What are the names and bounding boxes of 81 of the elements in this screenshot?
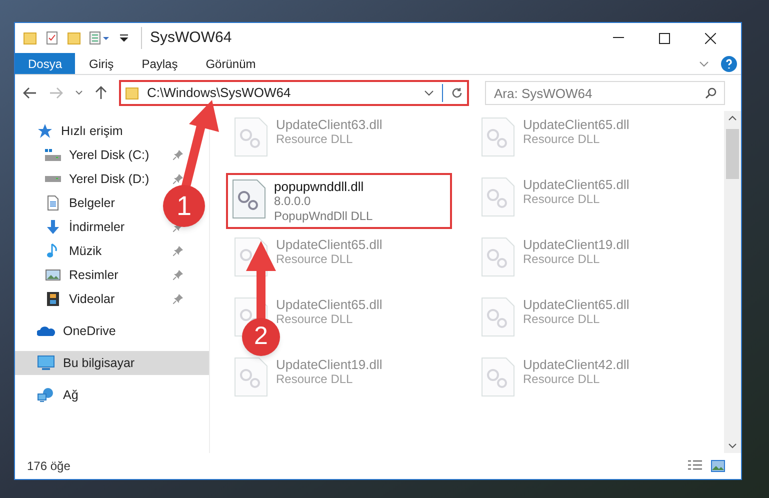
- sidebar-item[interactable]: Yerel Disk (D:): [69, 170, 150, 188]
- pin-icon[interactable]: [173, 246, 183, 256]
- refresh-icon[interactable]: [451, 87, 463, 99]
- drive-icon: [45, 176, 61, 182]
- search-icon: [705, 87, 717, 99]
- search-field[interactable]: Ara: SysWOW64: [485, 81, 725, 105]
- sidebar-item[interactable]: Bu bilgisayar: [15, 351, 209, 375]
- close-icon: [704, 32, 716, 44]
- dll-file-icon: [232, 179, 266, 219]
- file-detail: Resource DLL: [276, 252, 354, 267]
- file-detail: Resource DLL: [276, 132, 354, 147]
- sidebar-item[interactable]: OneDrive: [15, 319, 209, 343]
- scroll-up-icon[interactable]: [728, 115, 737, 121]
- sidebar-item[interactable]: Müzik: [69, 242, 102, 260]
- ribbon-tab[interactable]: Paylaş: [128, 53, 192, 74]
- sidebar-item[interactable]: Videolar: [69, 290, 115, 308]
- file-detail: Resource DLL: [523, 252, 601, 267]
- pin-icon[interactable]: [173, 270, 183, 280]
- document-icon: [45, 195, 61, 211]
- monitor-icon: [37, 355, 55, 371]
- sidebar-item[interactable]: İndirmeler: [69, 218, 125, 236]
- large-icons-view-icon[interactable]: [711, 460, 725, 472]
- file-detail: Resource DLL: [523, 312, 601, 327]
- sidebar-label: Hızlı erişim: [61, 122, 123, 140]
- file-name: UpdateClient65.dll: [276, 297, 382, 312]
- sidebar-label: Ağ: [63, 386, 78, 404]
- file-name: UpdateClient19.dll: [523, 237, 630, 252]
- download-arrow-icon: [45, 219, 61, 235]
- file-name: UpdateClient19.dll: [276, 357, 382, 372]
- file-detail: PopupWndDll DLL: [274, 209, 373, 224]
- scroll-down-icon[interactable]: [728, 443, 737, 449]
- ribbon-tab[interactable]: Görünüm: [192, 53, 270, 74]
- checklist-icon[interactable]: [45, 31, 59, 45]
- chevron-down-icon[interactable]: [699, 60, 709, 66]
- file-name: UpdateClient65.dll: [276, 237, 382, 252]
- maximize-icon: [658, 32, 670, 44]
- pin-icon[interactable]: [173, 174, 183, 184]
- chevron-down-icon[interactable]: [75, 90, 83, 96]
- file-name: UpdateClient65.dll: [523, 117, 630, 132]
- scrollbar[interactable]: [724, 111, 741, 453]
- ribbon-tab[interactable]: Giriş: [75, 53, 128, 74]
- film-icon: [45, 291, 61, 307]
- file-detail: Resource DLL: [523, 192, 601, 207]
- star-icon: [37, 123, 53, 139]
- sidebar-item[interactable]: Yerel Disk (C:): [69, 146, 150, 164]
- dropdown-icon[interactable]: [119, 33, 129, 43]
- address-path: C:\Windows\SysWOW64: [147, 84, 292, 102]
- picture-icon: [45, 267, 61, 283]
- sidebar-label: Bu bilgisayar: [63, 354, 135, 372]
- cloud-icon: [37, 325, 55, 337]
- file-name: UpdateClient65.dll: [523, 297, 630, 312]
- folder-icon: [125, 86, 139, 100]
- scrollbar-thumb[interactable]: [726, 129, 739, 179]
- ribbon-tab[interactable]: Dosya: [15, 53, 76, 74]
- pin-icon[interactable]: [173, 294, 183, 304]
- up-arrow-icon[interactable]: [95, 86, 107, 100]
- item-count: 176 öğe: [27, 458, 70, 475]
- file-detail: Resource DLL: [523, 132, 601, 147]
- file-name: UpdateClient42.dll: [523, 357, 630, 372]
- sidebar-item[interactable]: Ağ: [15, 383, 209, 407]
- address-field[interactable]: C:\Windows\SysWOW64: [119, 80, 469, 106]
- minimize-icon: [612, 37, 624, 39]
- sidebar-label: OneDrive: [63, 322, 116, 340]
- back-arrow-icon[interactable]: [23, 87, 37, 99]
- file-detail: Resource DLL: [523, 372, 601, 387]
- file-detail: 8.0.0.0: [274, 194, 312, 209]
- sidebar-item[interactable]: Belgeler: [69, 194, 115, 212]
- file-name: UpdateClient63.dll: [276, 117, 382, 132]
- file-name: UpdateClient65.dll: [523, 177, 630, 192]
- chevron-down-icon[interactable]: [424, 90, 434, 96]
- sidebar-item[interactable]: Resimler: [69, 266, 118, 284]
- properties-icon[interactable]: [89, 31, 111, 45]
- file-detail: Resource DLL: [276, 372, 354, 387]
- file-name: popupwnddll.dll: [274, 179, 365, 194]
- details-view-icon[interactable]: [687, 460, 703, 472]
- sidebar-item[interactable]: Hızlı erişim: [15, 119, 209, 143]
- network-icon: [37, 387, 55, 403]
- pin-icon[interactable]: [173, 150, 183, 160]
- help-icon[interactable]: [721, 56, 737, 72]
- window-title: SysWOW64: [141, 26, 232, 50]
- drive-icon: [45, 149, 61, 161]
